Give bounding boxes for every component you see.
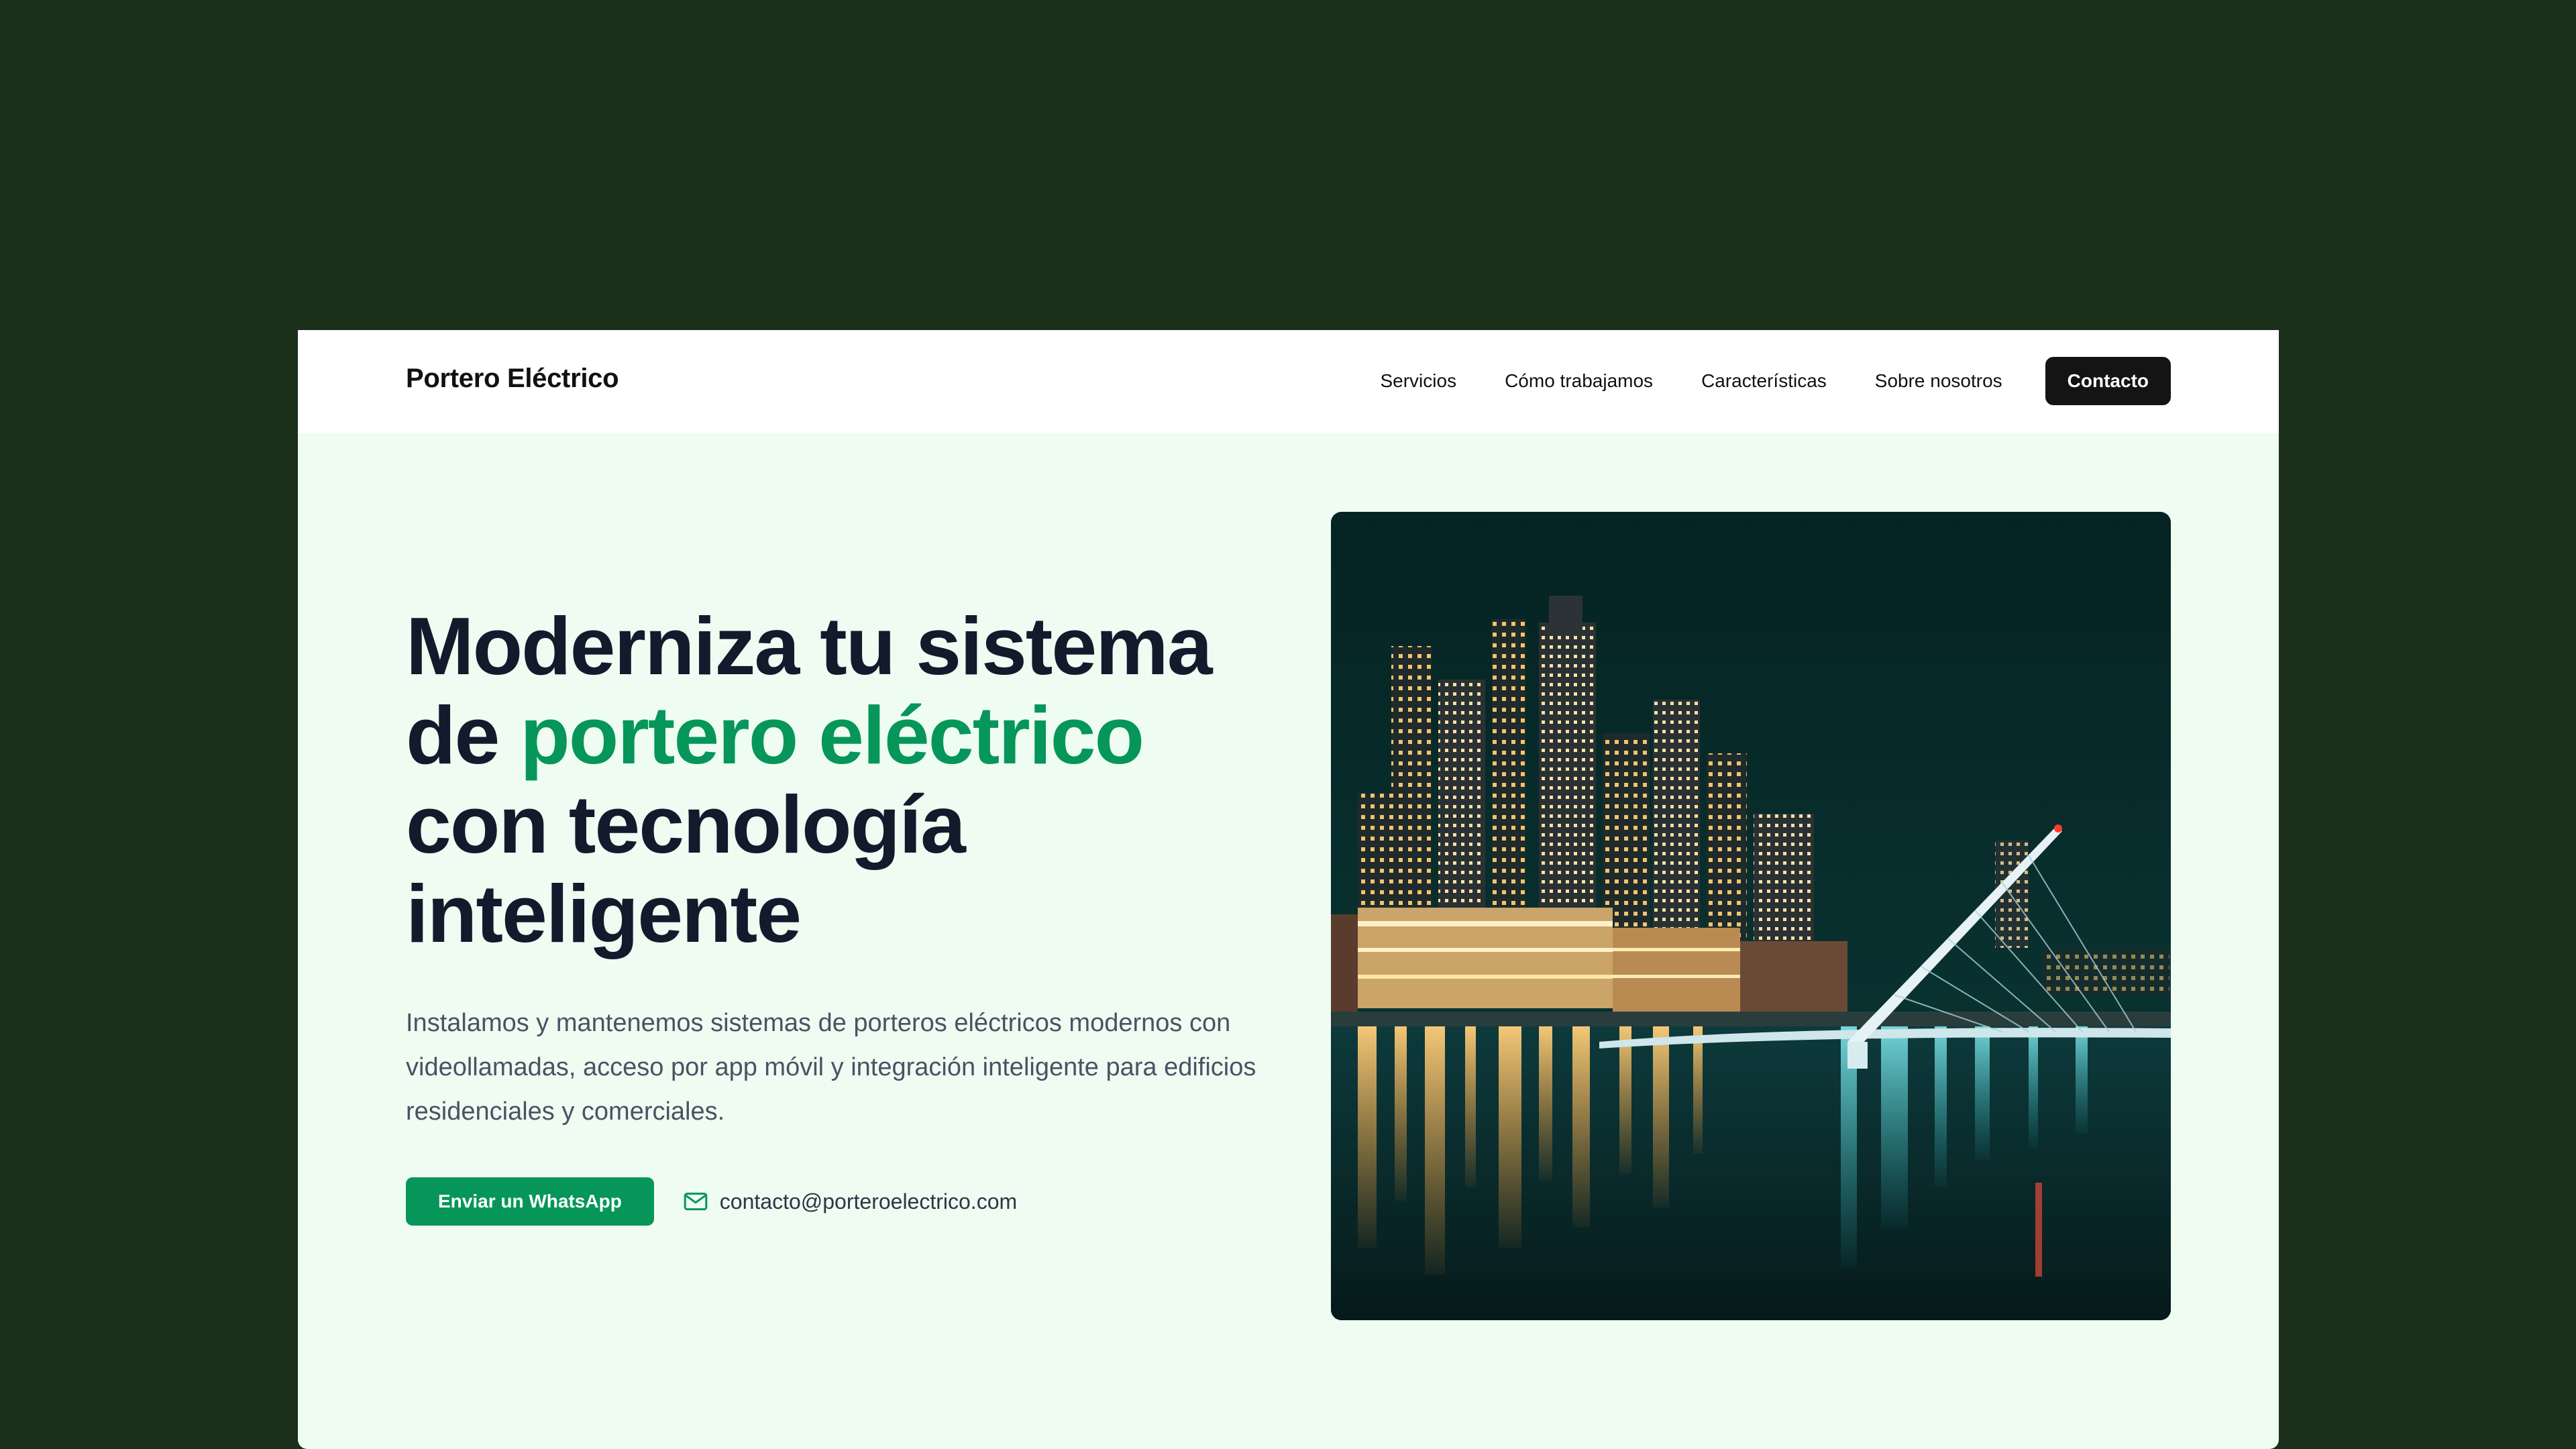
nav-link-caracteristicas[interactable]: Características [1701, 370, 1827, 392]
hero-image [1331, 512, 2171, 1320]
whatsapp-button[interactable]: Enviar un WhatsApp [406, 1177, 654, 1226]
browser-window: Portero Eléctrico Servicios Cómo trabaja… [298, 330, 2279, 1449]
mail-icon [682, 1188, 709, 1215]
night-city-bridge-photo-icon [1331, 512, 2171, 1320]
hero-description: Instalamos y mantenemos sistemas de port… [406, 1009, 1256, 1126]
site-header: Portero Eléctrico Servicios Cómo trabaja… [298, 330, 2279, 433]
nav-link-sobre-nosotros[interactable]: Sobre nosotros [1875, 370, 2002, 392]
hero-title-part2: con tecnología inteligente [406, 779, 966, 959]
nav-link-servicios[interactable]: Servicios [1380, 370, 1456, 392]
hero-title-accent: portero eléctrico [520, 690, 1144, 781]
main-nav: Servicios Cómo trabajamos Característica… [1380, 357, 2171, 405]
brand-logo[interactable]: Portero Eléctrico [406, 364, 619, 394]
email-link[interactable]: contacto@porteroelectrico.com [682, 1188, 1017, 1215]
hero-actions: Enviar un WhatsApp contacto@porteroelect… [406, 1177, 1017, 1226]
hero-title: Moderniza tu sistema de portero eléctric… [406, 602, 1278, 959]
email-text: contacto@porteroelectrico.com [719, 1189, 1018, 1214]
nav-link-como-trabajamos[interactable]: Cómo trabajamos [1505, 370, 1653, 392]
contact-button[interactable]: Contacto [2045, 357, 2171, 405]
